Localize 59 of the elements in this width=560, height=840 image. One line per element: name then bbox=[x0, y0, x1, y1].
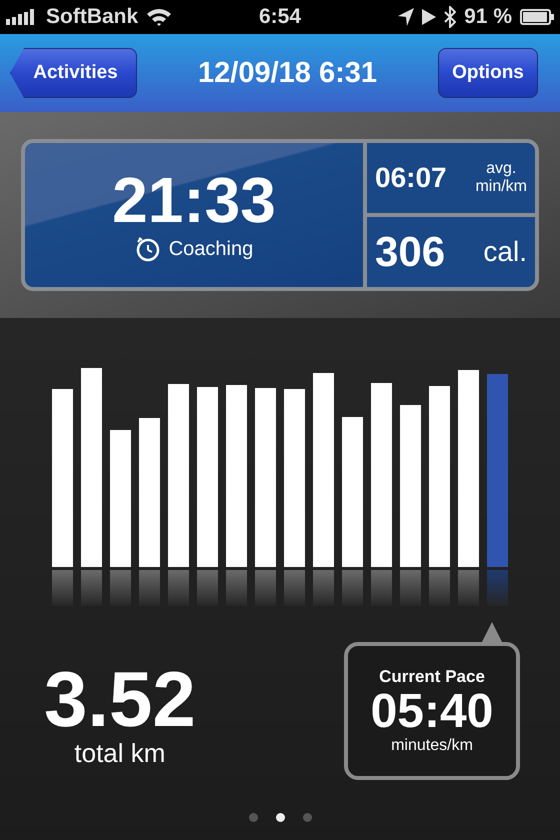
split-bar[interactable] bbox=[487, 374, 508, 567]
bar-reflection bbox=[52, 570, 73, 606]
carrier-name: SoftBank bbox=[46, 5, 138, 29]
split-bar[interactable] bbox=[400, 405, 421, 567]
current-pace-unit: minutes/km bbox=[391, 737, 473, 756]
page-dot[interactable] bbox=[276, 813, 284, 822]
split-bar[interactable] bbox=[458, 370, 479, 567]
wifi-icon bbox=[146, 7, 172, 27]
pace-unit: min/km bbox=[475, 178, 527, 196]
split-bar[interactable] bbox=[284, 389, 305, 567]
bar-reflection bbox=[371, 570, 392, 606]
split-bar[interactable] bbox=[255, 388, 276, 567]
options-button[interactable]: Options bbox=[438, 48, 538, 98]
split-bar[interactable] bbox=[197, 387, 218, 567]
split-bar[interactable] bbox=[110, 430, 131, 567]
page-dot[interactable] bbox=[248, 813, 258, 822]
split-bar[interactable] bbox=[139, 418, 160, 567]
stopwatch-icon bbox=[134, 236, 161, 262]
bar-reflection bbox=[139, 570, 160, 606]
distance-value: 3.52 bbox=[44, 660, 196, 738]
battery-icon bbox=[520, 9, 554, 25]
split-bar[interactable] bbox=[371, 383, 392, 567]
calories-unit: cal. bbox=[483, 236, 527, 268]
bluetooth-icon bbox=[444, 6, 456, 28]
bar-reflection bbox=[284, 570, 305, 606]
split-bar[interactable] bbox=[52, 389, 73, 567]
play-icon bbox=[422, 9, 436, 25]
bar-reflection bbox=[429, 570, 450, 606]
bar-reflection bbox=[342, 570, 363, 606]
bar-reflection bbox=[487, 570, 508, 606]
bar-reflection bbox=[400, 570, 421, 606]
clock-time: 6:54 bbox=[258, 5, 302, 29]
bar-reflection bbox=[313, 570, 334, 606]
average-pace-value: 06:07 bbox=[375, 162, 447, 194]
split-bar[interactable] bbox=[168, 384, 189, 567]
split-bar[interactable] bbox=[342, 417, 363, 567]
bar-reflection bbox=[168, 570, 189, 606]
split-bar[interactable] bbox=[81, 368, 102, 567]
battery-percentage: 91 % bbox=[464, 5, 512, 29]
bar-reflection bbox=[226, 570, 247, 606]
current-pace-label: Current Pace bbox=[379, 666, 485, 687]
bar-reflection bbox=[81, 570, 102, 606]
distance-unit: total km bbox=[74, 738, 166, 769]
calories-value: 306 bbox=[375, 228, 446, 276]
nav-title: 12/09/18 6:31 bbox=[198, 56, 377, 90]
location-arrow-icon bbox=[398, 8, 414, 26]
page-dot[interactable] bbox=[302, 813, 312, 822]
bar-reflection bbox=[255, 570, 276, 606]
average-label: avg. bbox=[486, 160, 516, 178]
split-bar[interactable] bbox=[429, 386, 450, 567]
bar-reflection bbox=[197, 570, 218, 606]
split-bar[interactable] bbox=[313, 373, 334, 567]
split-bar[interactable] bbox=[226, 385, 247, 567]
current-pace-value: 05:40 bbox=[370, 686, 494, 738]
duration-value: 21:33 bbox=[112, 168, 276, 232]
bar-reflection bbox=[110, 570, 131, 606]
coaching-label: Coaching bbox=[168, 238, 254, 260]
bar-reflection bbox=[458, 570, 479, 606]
back-button[interactable]: Activities bbox=[10, 48, 137, 98]
